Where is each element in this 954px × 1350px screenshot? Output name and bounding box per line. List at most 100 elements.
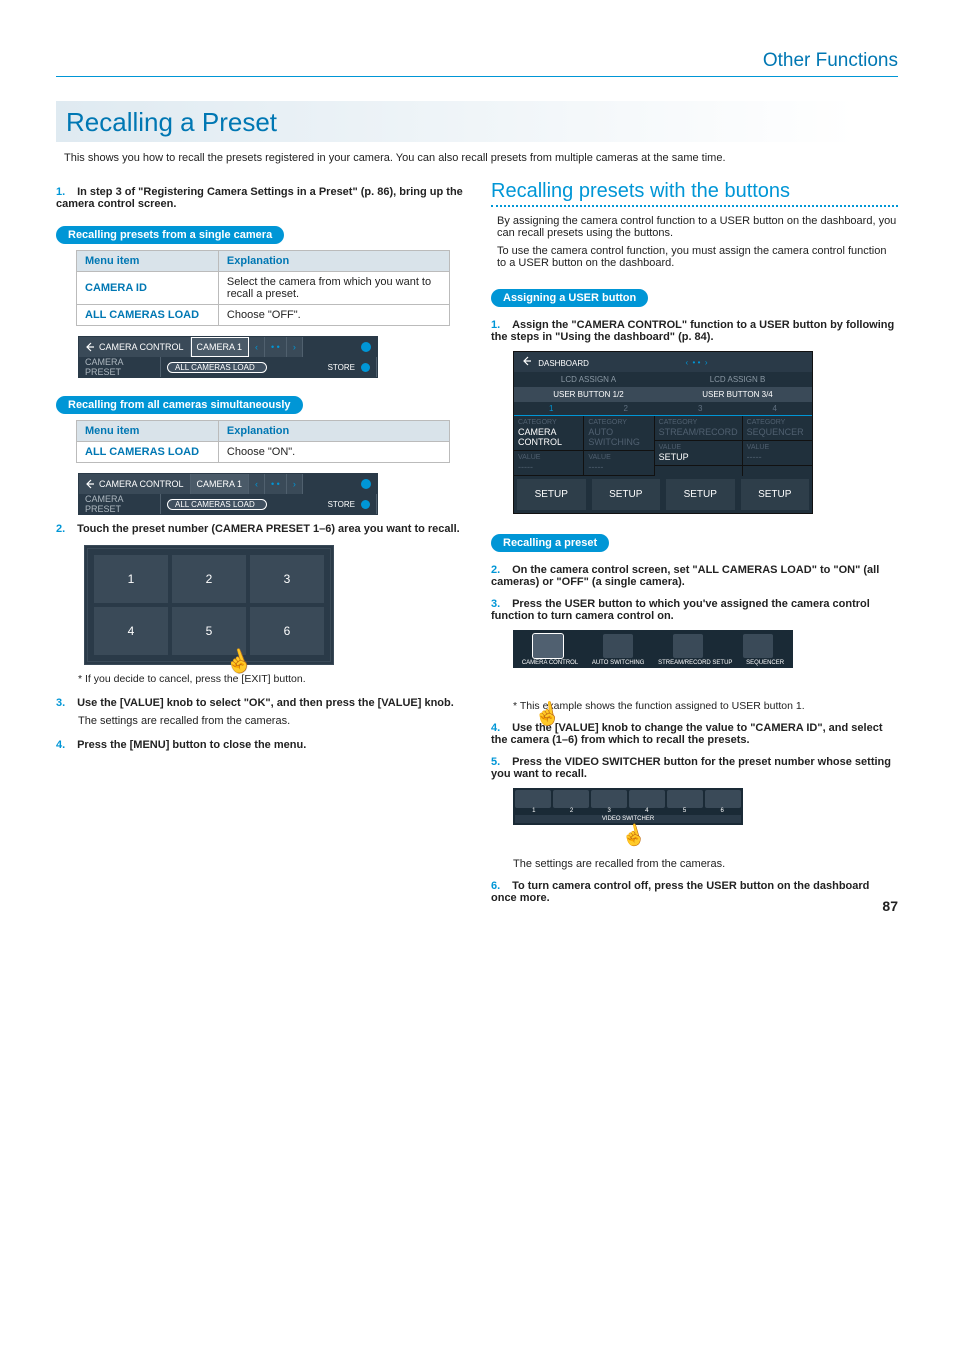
back-button[interactable]: CAMERA CONTROL: [79, 474, 191, 494]
step-number: 1.: [56, 186, 74, 198]
dashboard-screenshot: DASHBOARD ‹ • • › LCD ASSIGN A LCD ASSIG…: [513, 351, 813, 514]
setup-button[interactable]: SETUP: [517, 479, 586, 510]
category-value[interactable]: SEQUENCER: [747, 427, 808, 437]
step-number: 1.: [491, 319, 509, 331]
right-step-6: 6. To turn camera control off, press the…: [491, 880, 898, 904]
vs-button[interactable]: [553, 790, 589, 808]
pill-single-camera: Recalling presets from a single camera: [56, 226, 284, 244]
preset-button[interactable]: 5 ☝: [172, 607, 246, 655]
step-text: Press the USER button to which you've as…: [491, 598, 870, 622]
th-explanation: Explanation: [218, 251, 450, 272]
step-text: Press the VIDEO SWITCHER button for the …: [491, 756, 891, 780]
setup-button[interactable]: SETUP: [666, 479, 735, 510]
step-text: Press the [MENU] button to close the men…: [77, 739, 306, 751]
cell-val: Select the camera from which you want to…: [218, 272, 450, 305]
page-nav[interactable]: ‹ • • ›: [677, 358, 715, 367]
vs-button[interactable]: [629, 790, 665, 808]
back-label: CAMERA CONTROL: [99, 479, 184, 489]
back-button[interactable]: CAMERA CONTROL: [79, 337, 191, 357]
store-button[interactable]: STORE: [322, 494, 377, 514]
prev-arrow-icon[interactable]: ‹: [249, 474, 265, 494]
user-button-3[interactable]: [673, 634, 703, 658]
setup-button[interactable]: SETUP: [741, 479, 810, 510]
intro-paragraph-2: To use the camera control function, you …: [497, 245, 898, 269]
user-button-1[interactable]: [533, 634, 563, 658]
step-number: 4.: [56, 739, 74, 751]
back-arrow-icon: [85, 342, 95, 352]
status-dot-icon: [361, 342, 371, 352]
step-number: 4.: [491, 722, 509, 734]
table-row: ALL CAMERAS LOAD Choose "OFF".: [77, 305, 450, 326]
step-sub-text: The settings are recalled from the camer…: [513, 858, 898, 870]
vs-num: 1: [515, 808, 553, 814]
back-label: CAMERA CONTROL: [99, 342, 184, 352]
store-button[interactable]: STORE: [322, 357, 377, 377]
cell-key: ALL CAMERAS LOAD: [77, 442, 219, 463]
table-row: ALL CAMERAS LOAD Choose "ON".: [77, 442, 450, 463]
camera-preset-label: CAMERA PRESET: [79, 494, 161, 514]
step-number: 5.: [491, 756, 509, 768]
step-text: Assign the "CAMERA CONTROL" function to …: [491, 319, 894, 343]
value-field[interactable]: SETUP: [659, 452, 738, 462]
back-arrow-icon: [522, 356, 532, 366]
value-field[interactable]: -----: [588, 462, 649, 472]
user-button-2[interactable]: [603, 634, 633, 658]
setup-button[interactable]: SETUP: [592, 479, 661, 510]
vs-button[interactable]: [667, 790, 703, 808]
prev-arrow-icon[interactable]: ‹: [249, 337, 265, 357]
camera-id-display[interactable]: CAMERA 1: [191, 337, 250, 357]
user-button-4[interactable]: [743, 634, 773, 658]
vs-num: 6: [703, 808, 741, 814]
vs-button[interactable]: [705, 790, 741, 808]
all-cameras-load-toggle[interactable]: ALL CAMERAS LOAD: [167, 499, 267, 510]
step-text: To turn camera control off, press the US…: [491, 880, 869, 904]
preset-grid: 1 2 3 4 5 ☝ 6: [84, 545, 334, 665]
all-cameras-load-toggle[interactable]: ALL CAMERAS LOAD: [167, 362, 267, 373]
tab-user-button-12[interactable]: USER BUTTON 1/2: [514, 387, 663, 402]
preset-button[interactable]: 6: [250, 607, 324, 655]
cell-key: CAMERA ID: [77, 272, 219, 305]
step-sub-text: The settings are recalled from the camer…: [78, 715, 463, 727]
left-step-2: 2. Touch the preset number (CAMERA PRESE…: [56, 523, 463, 535]
pill-all-cameras: Recalling from all cameras simultaneousl…: [56, 396, 303, 414]
category-value[interactable]: STREAM/RECORD: [659, 427, 738, 437]
tab-user-button-34[interactable]: USER BUTTON 3/4: [663, 387, 812, 402]
preset-button[interactable]: 2: [172, 555, 246, 603]
next-arrow-icon[interactable]: ›: [287, 337, 303, 357]
pill-recalling: Recalling a preset: [491, 534, 609, 552]
cell-val: Choose "ON".: [218, 442, 450, 463]
step-number: 6.: [491, 880, 509, 892]
camera-id-display[interactable]: CAMERA 1: [191, 474, 250, 494]
step-number: 3.: [56, 697, 74, 709]
vs-button[interactable]: [591, 790, 627, 808]
category-value[interactable]: AUTO SWITCHING: [588, 427, 649, 447]
vs-button[interactable]: [515, 790, 551, 808]
right-column: Recalling presets with the buttons By as…: [491, 180, 898, 910]
store-dot-icon: [361, 363, 370, 372]
back-button[interactable]: DASHBOARD: [514, 356, 597, 368]
page-dots-icon: • •: [265, 474, 287, 494]
table-single-camera: Menu item Explanation CAMERA ID Select t…: [76, 250, 450, 326]
value-field[interactable]: -----: [518, 462, 579, 472]
next-arrow-icon[interactable]: ›: [287, 474, 303, 494]
col-num: 4: [738, 402, 813, 416]
ub-label: STREAM/RECORD SETUP: [658, 660, 732, 666]
vs-num: 3: [590, 808, 628, 814]
page-title: Recalling a Preset: [56, 101, 898, 142]
right-step-1: 1. Assign the "CAMERA CONTROL" function …: [491, 319, 898, 343]
preset-button[interactable]: 1: [94, 555, 168, 603]
step-text: On the camera control screen, set "ALL C…: [491, 564, 879, 588]
left-column: 1. In step 3 of "Registering Camera Sett…: [56, 180, 463, 910]
page-dots-icon: • •: [265, 337, 287, 357]
left-step-1: 1. In step 3 of "Registering Camera Sett…: [56, 186, 463, 210]
value-field[interactable]: -----: [747, 452, 808, 462]
preset-button[interactable]: 4: [94, 607, 168, 655]
step-number: 3.: [491, 598, 509, 610]
col-num: 2: [589, 402, 664, 416]
category-value[interactable]: CAMERA CONTROL: [518, 427, 579, 447]
preset-button[interactable]: 3: [250, 555, 324, 603]
left-step-3: 3. Use the [VALUE] knob to select "OK", …: [56, 697, 463, 709]
th-explanation: Explanation: [218, 421, 450, 442]
header-rule: [56, 76, 898, 77]
video-switcher-row: 1 2 3 4 5 6 VIDEO SWITCHER: [513, 788, 743, 825]
